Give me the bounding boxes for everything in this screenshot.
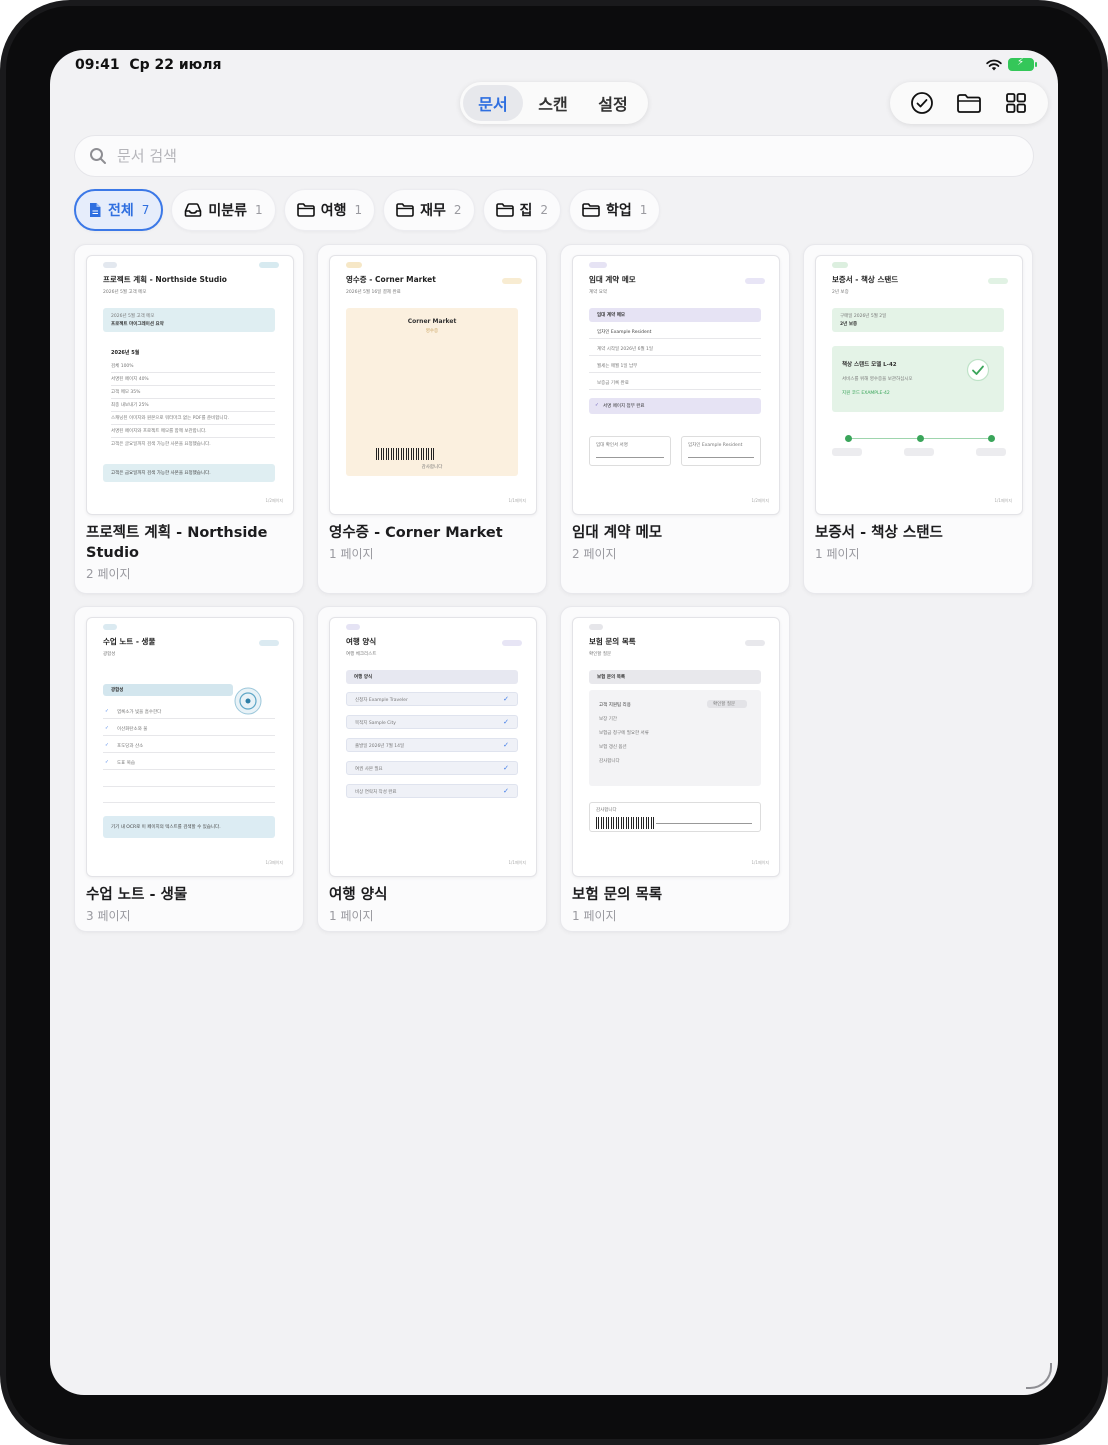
filter-chips: 전체 7 미분류 1 여행 1 재무 2 집 2 학업 1 bbox=[74, 189, 661, 231]
chip-study[interactable]: 학업 1 bbox=[569, 189, 661, 231]
grid-icon bbox=[1006, 93, 1027, 113]
chip-label: 재무 bbox=[420, 203, 446, 219]
page-count: 1 페이지 bbox=[329, 909, 374, 923]
tab-scan[interactable]: 스캔 bbox=[523, 85, 583, 121]
page-count: 3 페이지 bbox=[86, 909, 131, 923]
chip-travel[interactable]: 여행 1 bbox=[283, 189, 376, 231]
checkmark-icon bbox=[966, 358, 990, 382]
chip-count: 7 bbox=[141, 203, 150, 217]
document-thumbnail: 프로젝트 계획 - Northside Studio 2026년 5월 고객 메… bbox=[86, 255, 294, 515]
search-icon bbox=[90, 148, 106, 164]
document-thumbnail: 수업 노트 - 생물 광합성 광합성 ✓ 엽록소가 빛을 흡수한다 ✓ 이산화탄… bbox=[86, 617, 294, 877]
document-thumbnail: 영수증 - Corner Market 2026년 5월 16일 결제 완료 C… bbox=[329, 255, 537, 515]
document-card[interactable]: 보증서 - 책상 스탠드 2년 보증 구매일 2026년 5월 2일 2년 보증… bbox=[803, 244, 1033, 594]
page-count: 1 페이지 bbox=[329, 547, 374, 561]
document-thumbnail: 보증서 - 책상 스탠드 2년 보증 구매일 2026년 5월 2일 2년 보증… bbox=[815, 255, 1023, 515]
chip-label: 학업 bbox=[606, 203, 632, 219]
page-count: 2 페이지 bbox=[86, 567, 131, 581]
focus-target-icon bbox=[234, 687, 262, 715]
chip-label: 전체 bbox=[108, 203, 134, 219]
view-mode-button[interactable] bbox=[998, 85, 1034, 121]
chip-label: 미분류 bbox=[208, 203, 248, 219]
chip-count: 1 bbox=[255, 203, 263, 217]
status-time: 09:41 Ср 22 июля bbox=[75, 57, 222, 73]
select-button[interactable] bbox=[904, 85, 940, 121]
folder-icon bbox=[396, 203, 414, 217]
document-title: 영수증 - Corner Market bbox=[329, 525, 503, 541]
folder-icon bbox=[957, 94, 981, 113]
document-icon bbox=[90, 203, 101, 217]
chip-label: 여행 bbox=[320, 203, 347, 219]
document-card[interactable]: 프로젝트 계획 - Northside Studio 2026년 5월 고객 메… bbox=[74, 244, 304, 594]
device-frame: 09:41 Ср 22 июля ⚡ 문서 스캔 설정 문서 검색 전체 7 미… bbox=[0, 0, 1108, 1445]
document-card[interactable]: 임대 계약 메모 계약 요약 임대 계약 메모 임차인 Example Resi… bbox=[560, 244, 790, 594]
wifi-icon bbox=[986, 59, 1002, 70]
chip-home[interactable]: 집 2 bbox=[482, 189, 562, 231]
document-title: 보험 문의 목록 bbox=[572, 887, 663, 903]
tray-icon bbox=[185, 203, 202, 217]
folder-icon bbox=[582, 203, 600, 217]
chip-finance[interactable]: 재무 2 bbox=[383, 189, 475, 231]
tab-settings[interactable]: 설정 bbox=[583, 85, 643, 121]
document-card[interactable]: 여행 양식 여행 체크리스트 여행 양식 신청자 Example Travele… bbox=[317, 606, 547, 932]
document-card[interactable]: 보험 문의 목록 확인할 질문 보험 문의 목록 고객 지원팀 리용 확인할 질… bbox=[560, 606, 790, 932]
search-bar[interactable] bbox=[74, 135, 1034, 177]
chip-count: 1 bbox=[639, 203, 648, 217]
page-count: 1 페이지 bbox=[572, 909, 617, 923]
chip-unfiled[interactable]: 미분류 1 bbox=[171, 189, 276, 231]
chip-count: 2 bbox=[540, 203, 549, 217]
chip-count: 1 bbox=[354, 203, 363, 217]
chip-label: 집 bbox=[519, 203, 533, 219]
folder-icon bbox=[495, 203, 514, 217]
document-card[interactable]: 수업 노트 - 생물 광합성 광합성 ✓ 엽록소가 빛을 흡수한다 ✓ 이산화탄… bbox=[74, 606, 304, 932]
document-title: 프로젝트 계획 - Northside Studio bbox=[86, 525, 268, 561]
new-folder-button[interactable] bbox=[951, 85, 987, 121]
status-icons: ⚡ bbox=[986, 57, 1037, 71]
page-count: 1 페이지 bbox=[815, 547, 860, 561]
document-thumbnail: 임대 계약 메모 계약 요약 임대 계약 메모 임차인 Example Resi… bbox=[572, 255, 780, 515]
document-thumbnail: 여행 양식 여행 체크리스트 여행 양식 신청자 Example Travele… bbox=[329, 617, 537, 877]
folder-icon bbox=[296, 203, 315, 217]
top-tabs: 문서 스캔 설정 bbox=[460, 82, 648, 124]
document-card[interactable]: 영수증 - Corner Market 2026년 5월 16일 결제 완료 C… bbox=[317, 244, 547, 594]
chip-all[interactable]: 전체 7 bbox=[74, 189, 164, 231]
toolbar bbox=[890, 82, 1048, 124]
document-title: 여행 양식 bbox=[329, 887, 388, 903]
document-title: 수업 노트 - 생물 bbox=[86, 887, 188, 903]
page-count: 2 페이지 bbox=[572, 547, 617, 561]
tab-documents[interactable]: 문서 bbox=[463, 85, 523, 121]
document-title: 보증서 - 책상 스탠드 bbox=[815, 525, 943, 541]
chip-count: 2 bbox=[453, 203, 462, 217]
battery-icon: ⚡ bbox=[1008, 57, 1037, 71]
document-thumbnail: 보험 문의 목록 확인할 질문 보험 문의 목록 고객 지원팀 리용 확인할 질… bbox=[572, 617, 780, 877]
search-input[interactable] bbox=[117, 147, 917, 165]
document-title: 임대 계약 메모 bbox=[572, 525, 663, 541]
checkmark-circle-icon bbox=[910, 92, 933, 114]
screen: 09:41 Ср 22 июля ⚡ 문서 스캔 설정 문서 검색 전체 7 미… bbox=[50, 50, 1058, 1395]
